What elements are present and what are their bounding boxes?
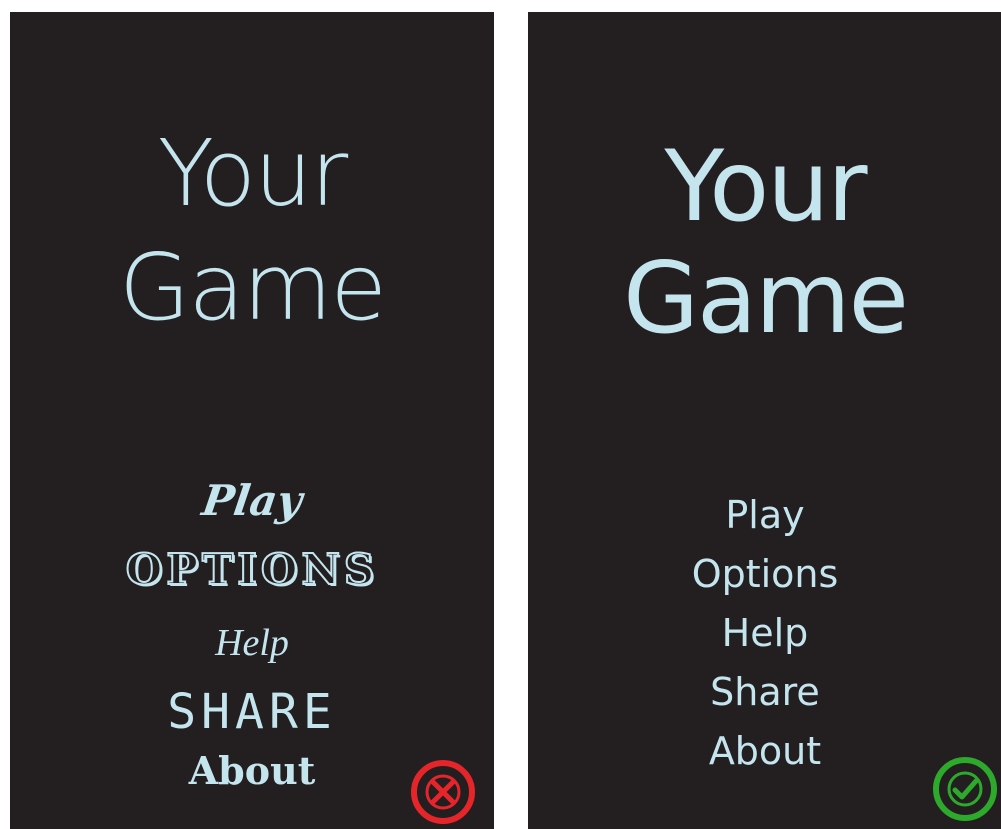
menu-item-play[interactable]: Play [528, 496, 1001, 534]
menu-item-options[interactable]: Options [528, 555, 1001, 593]
menu-item-share[interactable]: Share [528, 673, 1001, 711]
game-title-line-1: Your [664, 130, 867, 244]
comparison-canvas: Your Game Play OPTIONS Help SHARE About … [0, 0, 1001, 829]
menu-item-share[interactable]: SHARE [10, 688, 494, 736]
phone-screen-incorrect: Your Game Play OPTIONS Help SHARE About [10, 12, 494, 829]
game-title-line-2: Game [623, 242, 909, 356]
phone-screen-correct: Your Game Play Options Help Share About [528, 12, 1001, 829]
menu-item-help[interactable]: Help [528, 614, 1001, 652]
menu-item-play[interactable]: Play [7, 476, 497, 525]
game-title-line-1: Your [157, 120, 348, 227]
check-circle-icon [933, 757, 997, 821]
cross-circle-icon [411, 760, 475, 824]
menu-item-options[interactable]: OPTIONS [10, 548, 494, 592]
game-title-line-2: Game [119, 234, 387, 341]
menu-item-help[interactable]: Help [10, 624, 494, 662]
